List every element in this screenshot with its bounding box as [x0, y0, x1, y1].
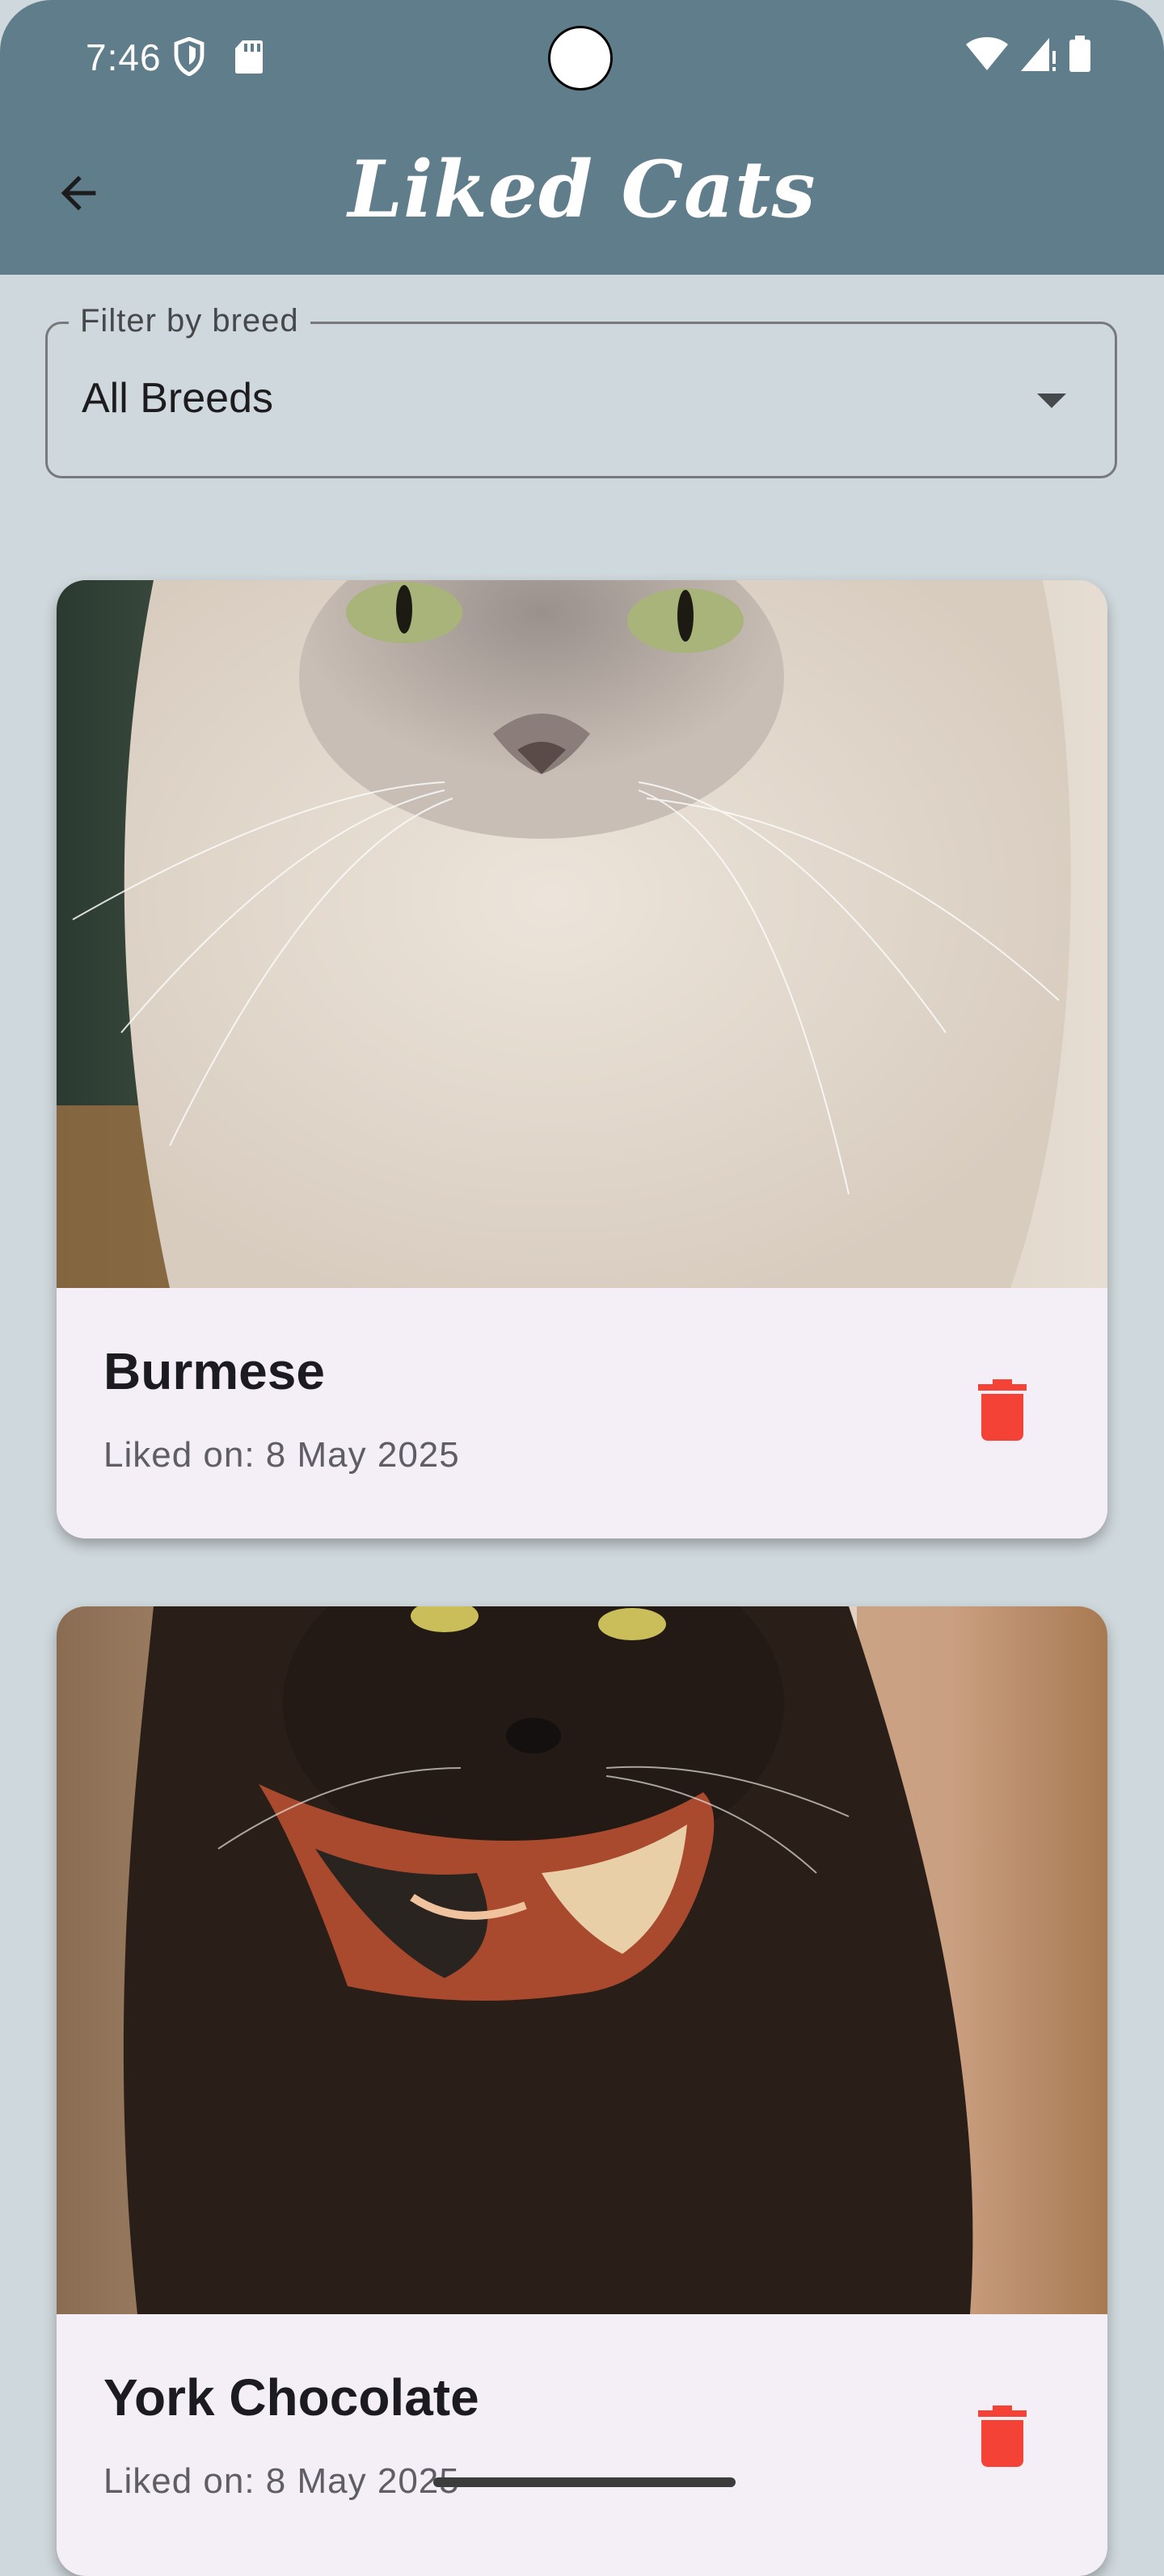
delete-button[interactable] — [970, 2401, 1035, 2474]
trash-icon — [978, 1378, 1027, 1445]
dropdown-arrow-icon — [1037, 394, 1066, 408]
status-bar: 7:46 — [0, 0, 1164, 116]
camera-cutout — [548, 26, 613, 90]
status-time: 7:46 — [86, 36, 162, 78]
home-indicator[interactable] — [433, 2477, 736, 2487]
trash-icon — [978, 2405, 1027, 2471]
delete-button[interactable] — [970, 1375, 1035, 1448]
cream-burmese-cat-photo — [57, 580, 1107, 1288]
breed-filter-dropdown[interactable]: Filter by breed All Breeds — [45, 303, 1117, 478]
signal-icon — [1020, 36, 1057, 76]
filter-selected-value: All Breeds — [82, 375, 273, 422]
filter-label: Filter by breed — [69, 303, 310, 339]
black-cat-with-scarf-photo — [57, 1606, 1107, 2314]
liked-date: Liked on: 8 May 2025 — [103, 2461, 460, 2501]
battery-icon — [1069, 36, 1091, 77]
page-title: Liked Cats — [348, 144, 816, 235]
cat-breed-name: York Chocolate — [103, 2368, 479, 2427]
status-right-icons — [965, 36, 1091, 77]
sd-card-icon — [234, 39, 264, 78]
cat-breed-name: Burmese — [103, 1342, 325, 1400]
liked-cat-card: York Chocolate Liked on: 8 May 2025 — [57, 1606, 1107, 2576]
status-left-icons — [173, 36, 264, 80]
card-info: York Chocolate Liked on: 8 May 2025 — [57, 2314, 1107, 2565]
shield-icon — [173, 36, 205, 80]
liked-cat-card: Burmese Liked on: 8 May 2025 — [57, 580, 1107, 1538]
liked-date: Liked on: 8 May 2025 — [103, 1435, 460, 1475]
wifi-icon — [965, 36, 1009, 76]
card-info: Burmese Liked on: 8 May 2025 — [57, 1288, 1107, 1538]
app-bar: 7:46 Liked Cats — [0, 0, 1164, 275]
